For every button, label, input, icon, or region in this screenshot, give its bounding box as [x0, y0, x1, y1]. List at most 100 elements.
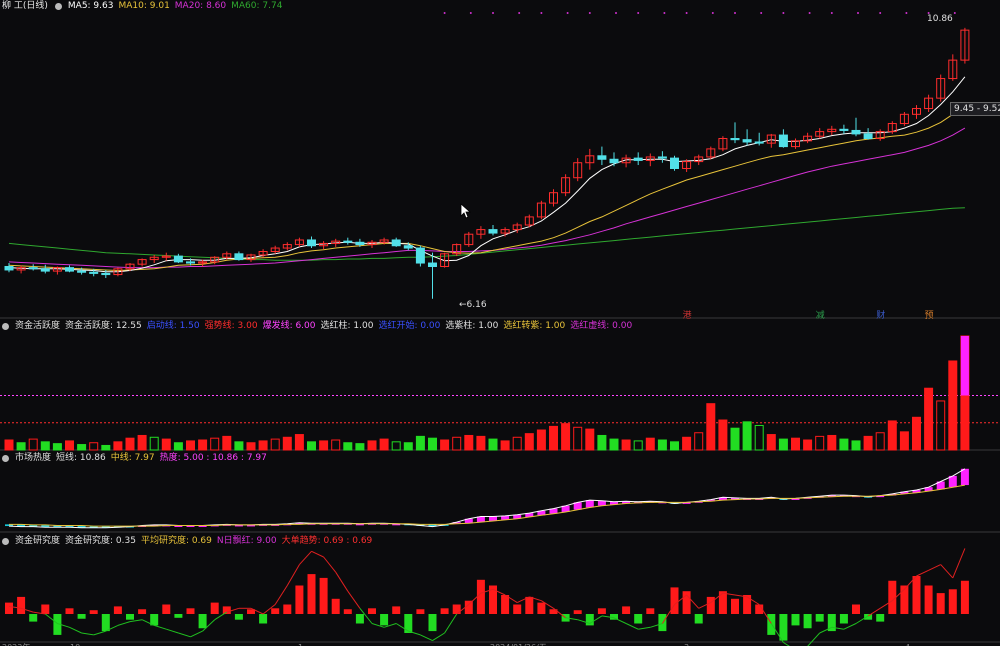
- activity-bar: [633, 440, 643, 451]
- avg-research-line: [93, 630, 106, 636]
- activity-bar: [839, 438, 849, 451]
- activity-bar: [561, 423, 571, 451]
- research-bar: [368, 608, 376, 614]
- research-bar: [162, 604, 171, 614]
- activity-bar: [670, 441, 679, 451]
- avg-research-line: [952, 548, 966, 579]
- mouse-cursor-icon: [460, 203, 472, 219]
- candle-body: [186, 261, 195, 264]
- low-price-value: 6.16: [466, 300, 487, 310]
- activity-bar: [258, 440, 268, 451]
- avg-research-line: [444, 613, 458, 634]
- activity-bar: [718, 419, 728, 451]
- activity-value: 资金活跃度: 12.55: [65, 321, 142, 331]
- ma5-line: [8, 76, 966, 273]
- activity-bar: [573, 426, 583, 451]
- mid-line: [9, 484, 965, 527]
- candle-body: [234, 253, 244, 261]
- heat-header: 市场热度 短线: 10.86 中线: 7.97 热度: 5.00 : 10.86…: [0, 452, 267, 465]
- activity-bar: [379, 438, 389, 451]
- signal-dot: [469, 12, 472, 14]
- activity-bar: [307, 441, 316, 451]
- candle-body: [428, 262, 437, 267]
- research-bar: [283, 604, 292, 614]
- avg-research-line: [625, 623, 639, 630]
- activity-bar: [549, 425, 558, 451]
- research-bar: [779, 614, 788, 641]
- activity-name[interactable]: 资金活跃度: [15, 320, 60, 333]
- avg-research-line: [916, 569, 929, 577]
- signal-dot: [734, 12, 736, 14]
- candle-body: [343, 240, 353, 243]
- signal-dot: [443, 12, 446, 14]
- ma60-line: [8, 207, 965, 261]
- start-line-label: 启动线: 1.50: [146, 321, 200, 331]
- activity-bar: [40, 441, 50, 451]
- activity-bar: [137, 434, 147, 451]
- research-bar: [113, 606, 122, 614]
- signal-dot: [830, 12, 833, 14]
- last-price-box: 9.45 - 9.52: [950, 102, 1000, 116]
- candle-body: [40, 268, 50, 272]
- activity-bar: [343, 442, 353, 451]
- activity-bar: [161, 438, 171, 451]
- signal-dot: [711, 12, 714, 14]
- activity-bar: [28, 438, 38, 451]
- research-bar: [839, 614, 848, 624]
- indicator-settings-icon[interactable]: [2, 455, 9, 462]
- activity-bar: [391, 441, 401, 451]
- activity-bar: [742, 421, 752, 451]
- big-order-trend-label: 大单趋势: 0.69 : 0.69: [281, 536, 373, 546]
- indicator-settings-icon[interactable]: [2, 323, 9, 330]
- signal-dot: [492, 12, 494, 14]
- indicator-settings-icon[interactable]: [2, 538, 9, 545]
- research-bar: [743, 595, 752, 614]
- avg-research-line: [347, 590, 361, 609]
- activity-bar: [319, 440, 329, 451]
- activity-bar: [52, 443, 62, 451]
- signal-dot: [615, 12, 617, 14]
- research-bar: [452, 604, 461, 614]
- activity-bar: [500, 440, 510, 451]
- event-tag[interactable]: 港: [683, 309, 692, 321]
- heat-bar: [585, 500, 594, 508]
- activity-bar: [912, 416, 921, 451]
- research-bar: [210, 602, 219, 614]
- heat-value-label: 热度: 5.00 : 10.86 : 7.97: [159, 453, 267, 463]
- activity-bar: [355, 443, 365, 451]
- event-tag[interactable]: 财: [876, 309, 885, 321]
- research-bar: [646, 608, 655, 614]
- heat-name[interactable]: 市场热度: [15, 452, 51, 465]
- research-bar: [731, 598, 739, 614]
- activity-bar: [415, 435, 425, 451]
- activity-burst-bar: [960, 336, 969, 396]
- event-tag[interactable]: 预: [925, 310, 934, 321]
- candle-body: [77, 270, 87, 273]
- candle-body: [101, 272, 111, 276]
- activity-bar: [89, 442, 99, 451]
- research-bar: [706, 596, 715, 614]
- avg-research-line: [807, 632, 821, 646]
- research-bar: [694, 614, 703, 624]
- activity-bar: [113, 441, 123, 451]
- x-axis-label: 2023年: [2, 642, 30, 646]
- research-name[interactable]: 资金研究度: [15, 535, 60, 548]
- activity-bar: [863, 435, 873, 451]
- research-bar: [440, 608, 449, 614]
- settings-dot-icon[interactable]: [54, 3, 62, 10]
- research-bar: [537, 602, 546, 614]
- research-value: 资金研究度: 0.35: [65, 536, 136, 546]
- event-tag[interactable]: 减: [816, 309, 825, 321]
- signal-dot: [808, 12, 811, 14]
- activity-bar: [282, 436, 292, 451]
- activity-bar: [609, 438, 619, 451]
- activity-bar: [270, 438, 280, 451]
- activity-bar: [585, 428, 595, 451]
- signal-dot: [905, 12, 908, 14]
- research-bar: [295, 585, 304, 614]
- research-bar: [464, 600, 473, 614]
- activity-bar: [428, 437, 437, 451]
- research-bar: [960, 580, 969, 614]
- research-bar: [803, 614, 812, 629]
- stock-title[interactable]: 柳 工(日线): [2, 0, 48, 13]
